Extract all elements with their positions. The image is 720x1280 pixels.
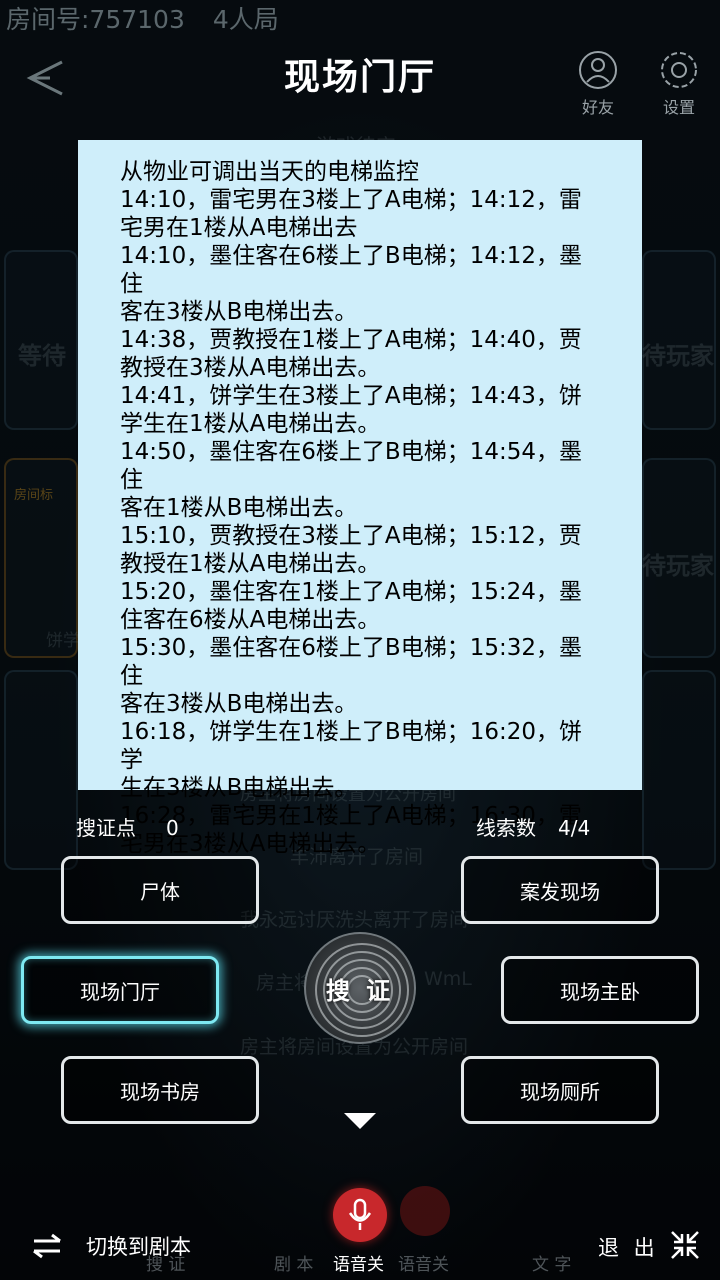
clue-line: 教授在3楼从A电梯出去。	[120, 355, 381, 381]
voice-off-ghost: 语音关	[398, 1255, 449, 1275]
clue-line: 教授在1楼从A电梯出去。	[120, 551, 381, 577]
settings-label: 设置	[662, 98, 695, 117]
voice-toggle-label: 语音关	[333, 1255, 384, 1275]
swap-arrows-icon	[33, 1233, 61, 1259]
room-info: 房间号:757103 4人局	[6, 0, 307, 36]
exit-button[interactable]: 退 出	[598, 1232, 659, 1262]
user-icon	[579, 51, 617, 89]
location-body-button[interactable]: 尸体	[61, 856, 259, 924]
clue-line: 14:10，墨住客在6楼上了B电梯；14:12，墨住	[120, 243, 582, 297]
player-count: 4人局	[212, 5, 279, 34]
clue-line: 14:50，墨住客在6楼上了B电梯；14:54，墨住	[120, 439, 582, 493]
clue-line: 客在1楼从B电梯出去。	[120, 495, 358, 521]
clue-line: 15:10，贾教授在3楼上了A电梯；15:12，贾	[120, 523, 582, 549]
clue-count-label: 线索数	[476, 816, 536, 840]
clue-line: 宅男在1楼从A电梯出去	[120, 215, 358, 241]
search-evidence-label: 搜 证	[325, 976, 395, 1005]
clue-line: 14:38，贾教授在1楼上了A电梯；14:40，贾	[120, 327, 582, 353]
search-points-value: 0	[166, 816, 179, 840]
search-points-stat: 搜证点 0	[76, 812, 179, 841]
tab-script-ghost: 剧 本	[274, 1255, 314, 1275]
clue-line: 客在3楼从B电梯出去。	[120, 691, 358, 717]
clue-line: 生在3楼从B电梯出去。	[120, 775, 358, 801]
search-points-label: 搜证点	[76, 816, 136, 840]
microphone-icon	[348, 1198, 372, 1230]
clue-line: 15:20，墨住客在1楼上了A电梯；15:24，墨	[120, 579, 582, 605]
clue-line: 14:41，饼学生在3楼上了A电梯；14:43，饼	[120, 383, 582, 409]
clue-count-stat: 线索数 4/4	[476, 812, 590, 841]
search-evidence-button[interactable]: 搜 证	[304, 932, 416, 1044]
switch-to-script-button[interactable]: 切换到剧本	[30, 1228, 191, 1264]
room-number: 房间号:757103	[6, 5, 185, 34]
gear-icon	[661, 52, 697, 88]
voice-toggle-button[interactable]	[333, 1188, 387, 1242]
clue-line: 学生在1楼从A电梯出去。	[120, 411, 381, 437]
location-master-bedroom-button[interactable]: 现场主卧	[501, 956, 699, 1024]
location-study-button[interactable]: 现场书房	[61, 1056, 259, 1124]
clue-detail-panel[interactable]: 从物业可调出当天的电梯监控 14:10，雷宅男在3楼上了A电梯；14:12，雷 宅男…	[78, 140, 642, 857]
location-hall-button[interactable]: 现场门厅	[21, 956, 219, 1024]
switch-to-script-label: 切换到剧本	[86, 1235, 191, 1259]
clue-line: 住客在6楼从A电梯出去。	[120, 607, 381, 633]
clue-line: 客在3楼从B电梯出去。	[120, 299, 358, 325]
friends-label: 好友	[581, 98, 614, 117]
clue-line: 16:18，饼学生在1楼上了B电梯；16:20，饼学	[120, 719, 582, 773]
clue-count-value: 4/4	[558, 816, 591, 840]
mic-ghost-icon	[400, 1186, 450, 1236]
location-bathroom-button[interactable]: 现场厕所	[461, 1056, 659, 1124]
location-crime-scene-button[interactable]: 案发现场	[461, 856, 659, 924]
collapse-arrow-icon[interactable]	[344, 1113, 376, 1129]
friends-button[interactable]: 好友	[570, 50, 626, 118]
clue-line: 15:30，墨住客在6楼上了B电梯；15:32，墨住	[120, 635, 582, 689]
tab-text-ghost: 文 字	[532, 1255, 572, 1275]
settings-button[interactable]: 设置	[651, 50, 707, 118]
minimize-icon[interactable]	[668, 1228, 702, 1262]
clue-line: 14:10，雷宅男在3楼上了A电梯；14:12，雷	[120, 187, 582, 213]
clue-line: 从物业可调出当天的电梯监控	[120, 159, 419, 185]
